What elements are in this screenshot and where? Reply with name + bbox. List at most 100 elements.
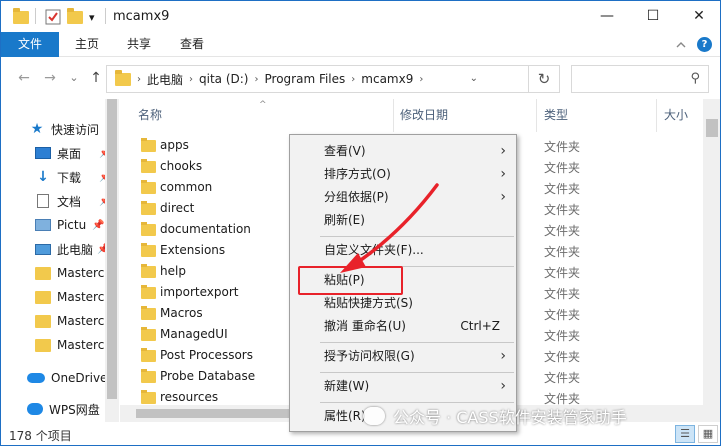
- navigation-pane: ★ 快速访问 桌面 📌 ↓ 下载 📌 文档 📌 Pictu 📌 此电脑 📌: [1, 99, 119, 422]
- file-type: 文件夹: [544, 371, 581, 385]
- refresh-button[interactable]: ↻: [528, 65, 560, 93]
- menu-separator: [320, 236, 514, 237]
- column-header-size[interactable]: 大小: [664, 99, 688, 132]
- folder-icon: [141, 243, 156, 257]
- window-title: mcamx9: [113, 9, 170, 24]
- search-icon: ⚲: [690, 71, 700, 86]
- help-icon[interactable]: ?: [697, 37, 712, 52]
- column-header-name[interactable]: 名称: [138, 99, 162, 132]
- forward-button[interactable]: →: [41, 70, 59, 86]
- address-separator[interactable]: ›: [189, 74, 193, 85]
- menu-item-label: 授予访问权限(G): [324, 349, 415, 363]
- breadcrumb-mcamx9[interactable]: mcamx9: [361, 72, 413, 86]
- cloud-icon: [27, 373, 45, 383]
- folder-icon: [141, 180, 156, 194]
- file-name: importexport: [160, 285, 239, 299]
- breadcrumb-this-pc[interactable]: 此电脑: [147, 71, 183, 88]
- submenu-arrow-icon: ›: [500, 166, 506, 182]
- address-separator[interactable]: ›: [137, 74, 141, 85]
- sidebar-item-mastercam-4[interactable]: Mastercı: [35, 334, 105, 356]
- sidebar-item-label: Mastercı: [57, 314, 105, 328]
- file-name: Extensions: [160, 243, 226, 257]
- breadcrumb-drive[interactable]: qita (D:): [199, 72, 248, 86]
- file-name: resources: [160, 390, 219, 404]
- tab-share[interactable]: 共享: [113, 32, 165, 57]
- vertical-scroll-thumb[interactable]: [706, 119, 718, 137]
- download-icon: ↓: [37, 169, 49, 185]
- folder-icon: [141, 264, 156, 278]
- address-bar[interactable]: › 此电脑 › qita (D:) › Program Files › mcam…: [106, 65, 529, 93]
- address-separator[interactable]: ›: [255, 74, 259, 85]
- menu-item-paste-shortcut[interactable]: 粘贴快捷方式(S): [290, 292, 516, 315]
- menu-item-view[interactable]: 查看(V) ›: [290, 140, 516, 163]
- vertical-scrollbar[interactable]: [703, 99, 720, 422]
- folder-icon: [141, 327, 156, 341]
- menu-item-label: 新建(W): [324, 379, 370, 393]
- watermark-text: 公众号 · CASS软件安装管家助手: [393, 408, 627, 427]
- horizontal-scroll-thumb[interactable]: [136, 409, 296, 418]
- menu-item-label: 排序方式(O): [324, 167, 391, 181]
- sidebar-item-label: OneDrive: [51, 371, 108, 385]
- file-name: help: [160, 264, 186, 278]
- new-folder-icon[interactable]: [67, 7, 83, 26]
- column-divider[interactable]: [393, 99, 394, 132]
- tab-home[interactable]: 主页: [59, 32, 115, 57]
- sidebar-item-mastercam-2[interactable]: Mastercı: [35, 286, 105, 308]
- file-type: 文件夹: [544, 203, 581, 217]
- column-header-modified[interactable]: 修改日期: [400, 99, 448, 132]
- menu-item-refresh[interactable]: 刷新(E): [290, 209, 516, 232]
- document-icon: [37, 194, 49, 208]
- navpane-scrollbar[interactable]: [105, 99, 119, 422]
- details-view-button[interactable]: ☰: [675, 425, 695, 443]
- menu-item-undo-rename[interactable]: 撤消 重命名(U) Ctrl+Z: [290, 315, 516, 338]
- qat-dropdown-icon[interactable]: ▾: [89, 8, 95, 26]
- navpane-scroll-thumb[interactable]: [107, 99, 117, 399]
- file-name: chooks: [160, 159, 203, 173]
- close-button[interactable]: ✕: [676, 1, 720, 31]
- sidebar-item-mastercam-1[interactable]: Mastercı: [35, 262, 105, 284]
- file-name: apps: [160, 138, 189, 152]
- menu-item-label: 属性(R): [324, 409, 366, 423]
- folder-icon: [35, 266, 51, 280]
- recent-locations-button[interactable]: ⌄: [65, 71, 83, 84]
- column-divider[interactable]: [536, 99, 537, 132]
- breadcrumb-program-files[interactable]: Program Files: [265, 72, 346, 86]
- back-button[interactable]: ←: [15, 70, 33, 86]
- folder-icon: [141, 222, 156, 236]
- menu-item-give-access[interactable]: 授予访问权限(G) ›: [290, 345, 516, 368]
- file-name: Macros: [160, 306, 203, 320]
- menu-item-group-by[interactable]: 分组依据(P) ›: [290, 186, 516, 209]
- star-icon: ★: [30, 121, 44, 137]
- column-divider[interactable]: [656, 99, 657, 132]
- sidebar-item-label: WPS网盘: [49, 402, 100, 417]
- sidebar-item-label: 此电脑: [57, 242, 94, 257]
- menu-item-customize-folder[interactable]: 自定义文件夹(F)...: [290, 239, 516, 262]
- properties-icon[interactable]: [45, 8, 61, 26]
- menu-separator: [320, 342, 514, 343]
- folder-icon: [141, 390, 156, 404]
- file-name: Probe Database: [160, 369, 256, 383]
- tab-view[interactable]: 查看: [165, 32, 219, 57]
- large-icons-view-button[interactable]: ▦: [698, 425, 718, 443]
- address-dropdown-icon[interactable]: ⌄: [470, 73, 478, 84]
- address-separator[interactable]: ›: [351, 74, 355, 85]
- maximize-button[interactable]: ☐: [630, 1, 676, 31]
- sidebar-item-mastercam-3[interactable]: Mastercı: [35, 310, 105, 332]
- minimize-button[interactable]: —: [584, 1, 630, 31]
- menu-item-new[interactable]: 新建(W) ›: [290, 375, 516, 398]
- file-name: common: [160, 180, 213, 194]
- sidebar-item-label: Mastercı: [57, 290, 105, 304]
- menu-separator: [320, 372, 514, 373]
- wps-cloud-icon: [27, 403, 43, 415]
- search-input[interactable]: ⚲: [571, 65, 709, 93]
- menu-item-label: 刷新(E): [324, 213, 365, 227]
- up-button[interactable]: ↑: [87, 70, 105, 86]
- folder-icon: [35, 290, 51, 304]
- address-separator[interactable]: ›: [419, 74, 423, 85]
- menu-item-sort-by[interactable]: 排序方式(O) ›: [290, 163, 516, 186]
- column-header-type[interactable]: 类型: [544, 99, 568, 132]
- chevron-up-icon[interactable]: [675, 39, 687, 51]
- qat-folder-icon[interactable]: [13, 7, 29, 26]
- folder-icon: [35, 314, 51, 328]
- tab-file[interactable]: 文件: [1, 32, 59, 57]
